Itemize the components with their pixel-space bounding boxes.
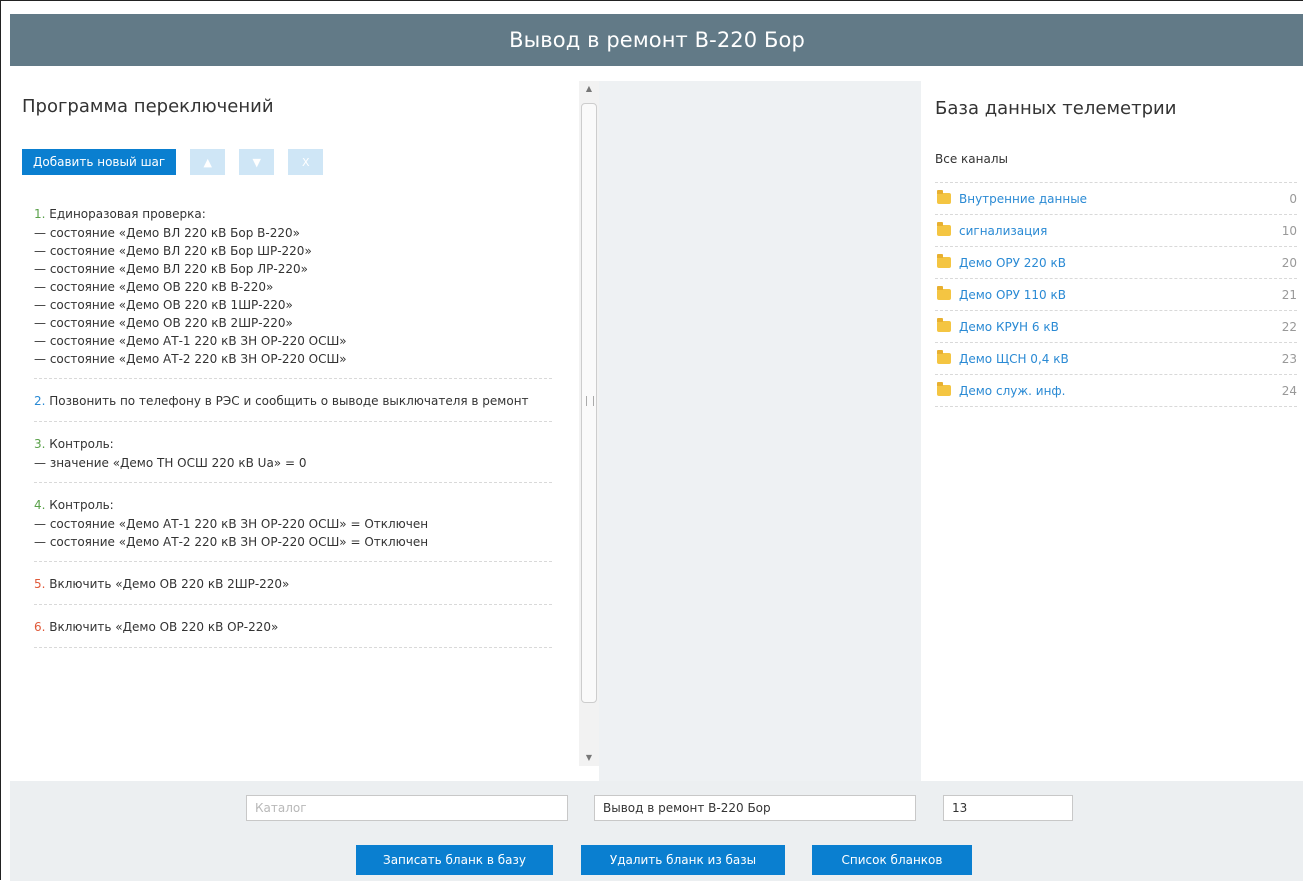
- channel-name-link[interactable]: Внутренние данные: [959, 192, 1267, 206]
- scroll-down-arrow-icon[interactable]: ▼: [579, 750, 599, 766]
- step-heading: 1. Единоразовая проверка:: [22, 204, 552, 224]
- step-heading: 2. Позвонить по телефону в РЭС и сообщит…: [22, 391, 552, 411]
- step-detail-line: — состояние «Демо ОВ 220 кВ 1ШР-220»: [34, 298, 293, 312]
- program-toolbar: Добавить новый шаг ▲ ▼ X: [22, 149, 324, 175]
- step-heading: 3. Контроль:: [22, 434, 552, 454]
- step-detail-line: — состояние «Демо ВЛ 220 кВ Бор ЛР-220»: [34, 262, 308, 276]
- scroll-grip-icon: [586, 396, 594, 406]
- delete-blank-button[interactable]: Удалить бланк из базы: [581, 845, 785, 875]
- folder-icon: [937, 286, 951, 300]
- step-number: 1.: [34, 207, 46, 221]
- step-number: 3.: [34, 437, 46, 451]
- channel-count: 0: [1289, 191, 1297, 206]
- channel-name-link[interactable]: Демо служ. инф.: [959, 384, 1267, 398]
- folder-icon: [937, 190, 951, 204]
- channel-name-link[interactable]: сигнализация: [959, 224, 1267, 238]
- step-detail-line: — состояние «Демо АТ-2 220 кВ ЗН ОР-220 …: [34, 535, 429, 549]
- channel-row[interactable]: Внутренние данные 0: [935, 183, 1297, 215]
- program-heading: Программа переключений: [22, 96, 274, 117]
- channel-count: 20: [1281, 255, 1297, 270]
- channel-row[interactable]: Демо КРУН 6 кВ 22: [935, 311, 1297, 343]
- channel-count: 24: [1281, 383, 1297, 398]
- save-blank-button[interactable]: Записать бланк в базу: [356, 845, 553, 875]
- channel-count: 22: [1281, 319, 1297, 334]
- folder-icon: [937, 318, 951, 332]
- step-detail-line: — состояние «Демо ОВ 220 кВ В-220»: [34, 280, 274, 294]
- step-number: 2.: [34, 394, 46, 408]
- blank-number-input[interactable]: [943, 795, 1073, 821]
- scroll-up-arrow-icon[interactable]: ▲: [579, 81, 599, 97]
- step-heading: 5. Включить «Демо ОВ 220 кВ 2ШР-220»: [22, 574, 552, 594]
- move-up-button[interactable]: ▲: [190, 149, 226, 175]
- step-detail-line: — состояние «Демо АТ-2 220 кВ ЗН ОР-220 …: [34, 352, 347, 366]
- program-step[interactable]: 1. Единоразовая проверка: — состояние «Де…: [34, 204, 552, 379]
- step-text: Включить «Демо ОВ 220 кВ ОР-220»: [49, 620, 279, 634]
- folder-icon: [937, 222, 951, 236]
- program-step[interactable]: 4. Контроль: — состояние «Демо АТ-1 220 к…: [34, 495, 552, 562]
- step-heading: 6. Включить «Демо ОВ 220 кВ ОР-220»: [22, 617, 552, 637]
- steps-list: 1. Единоразовая проверка: — состояние «Де…: [22, 204, 562, 660]
- step-detail-line: — значение «Демо ТН ОСШ 220 кВ Ua» = 0: [34, 456, 307, 470]
- program-step[interactable]: 6. Включить «Демо ОВ 220 кВ ОР-220»: [34, 617, 552, 648]
- program-step[interactable]: 5. Включить «Демо ОВ 220 кВ 2ШР-220»: [34, 574, 552, 605]
- channel-name-link[interactable]: Демо КРУН 6 кВ: [959, 320, 1267, 334]
- workspace-area: [599, 81, 921, 781]
- channel-row[interactable]: сигнализация 10: [935, 215, 1297, 247]
- form-bar: Записать бланк в базу Удалить бланк из б…: [10, 781, 1303, 881]
- channel-count: 21: [1281, 287, 1297, 302]
- step-text: Контроль:: [49, 498, 114, 512]
- channel-name-link[interactable]: Демо ОРУ 220 кВ: [959, 256, 1267, 270]
- channel-list: Внутренние данные 0 сигнализация 10 Демо ОРУ…: [935, 182, 1297, 407]
- step-text: Единоразовая проверка:: [49, 207, 206, 221]
- delete-step-button[interactable]: X: [288, 149, 324, 175]
- program-step[interactable]: 2. Позвонить по телефону в РЭС и сообщит…: [34, 391, 552, 422]
- all-channels-link[interactable]: Все каналы: [935, 152, 1008, 166]
- app-window: Вывод в ремонт В-220 Бор Программа перек…: [0, 0, 1303, 881]
- step-number: 6.: [34, 620, 46, 634]
- folder-icon: [937, 254, 951, 268]
- step-number: 5.: [34, 577, 46, 591]
- channel-row[interactable]: Демо служ. инф. 24: [935, 375, 1297, 407]
- step-heading: 4. Контроль:: [22, 495, 552, 515]
- blank-list-button[interactable]: Список бланков: [812, 845, 972, 875]
- telemetry-heading: База данных телеметрии: [935, 98, 1177, 119]
- add-step-button[interactable]: Добавить новый шаг: [22, 149, 177, 175]
- move-down-button[interactable]: ▼: [239, 149, 275, 175]
- program-step[interactable]: 3. Контроль: — значение «Демо ТН ОСШ 220 …: [34, 434, 552, 483]
- folder-icon: [937, 350, 951, 364]
- scroll-thumb[interactable]: [581, 103, 597, 703]
- channel-row[interactable]: Демо ЩСН 0,4 кВ 23: [935, 343, 1297, 375]
- channel-name-link[interactable]: Демо ОРУ 110 кВ: [959, 288, 1267, 302]
- channel-count: 23: [1281, 351, 1297, 366]
- step-text: Позвонить по телефону в РЭС и сообщить о…: [49, 394, 529, 408]
- channel-name-link[interactable]: Демо ЩСН 0,4 кВ: [959, 352, 1267, 366]
- channel-row[interactable]: Демо ОРУ 220 кВ 20: [935, 247, 1297, 279]
- step-number: 4.: [34, 498, 46, 512]
- step-detail-line: — состояние «Демо ВЛ 220 кВ Бор ШР-220»: [34, 244, 312, 258]
- catalog-input[interactable]: [246, 795, 568, 821]
- channel-row[interactable]: Демо ОРУ 110 кВ 21: [935, 279, 1297, 311]
- step-text: Включить «Демо ОВ 220 кВ 2ШР-220»: [49, 577, 290, 591]
- window-title-bar: Вывод в ремонт В-220 Бор: [10, 14, 1303, 66]
- step-detail-line: — состояние «Демо ВЛ 220 кВ Бор В-220»: [34, 226, 300, 240]
- channel-count: 10: [1281, 223, 1297, 238]
- window-title: Вывод в ремонт В-220 Бор: [509, 28, 805, 52]
- folder-icon: [937, 382, 951, 396]
- steps-scrollbar[interactable]: ▲ ▼: [579, 81, 599, 766]
- step-detail-line: — состояние «Демо АТ-1 220 кВ ЗН ОР-220 …: [34, 334, 347, 348]
- step-detail-line: — состояние «Демо АТ-1 220 кВ ЗН ОР-220 …: [34, 517, 429, 531]
- step-text: Контроль:: [49, 437, 114, 451]
- step-detail-line: — состояние «Демо ОВ 220 кВ 2ШР-220»: [34, 316, 293, 330]
- blank-name-input[interactable]: [594, 795, 916, 821]
- program-panel: Программа переключений Добавить новый ша…: [10, 66, 576, 781]
- telemetry-panel: База данных телеметрии Все каналы Внутре…: [921, 66, 1303, 781]
